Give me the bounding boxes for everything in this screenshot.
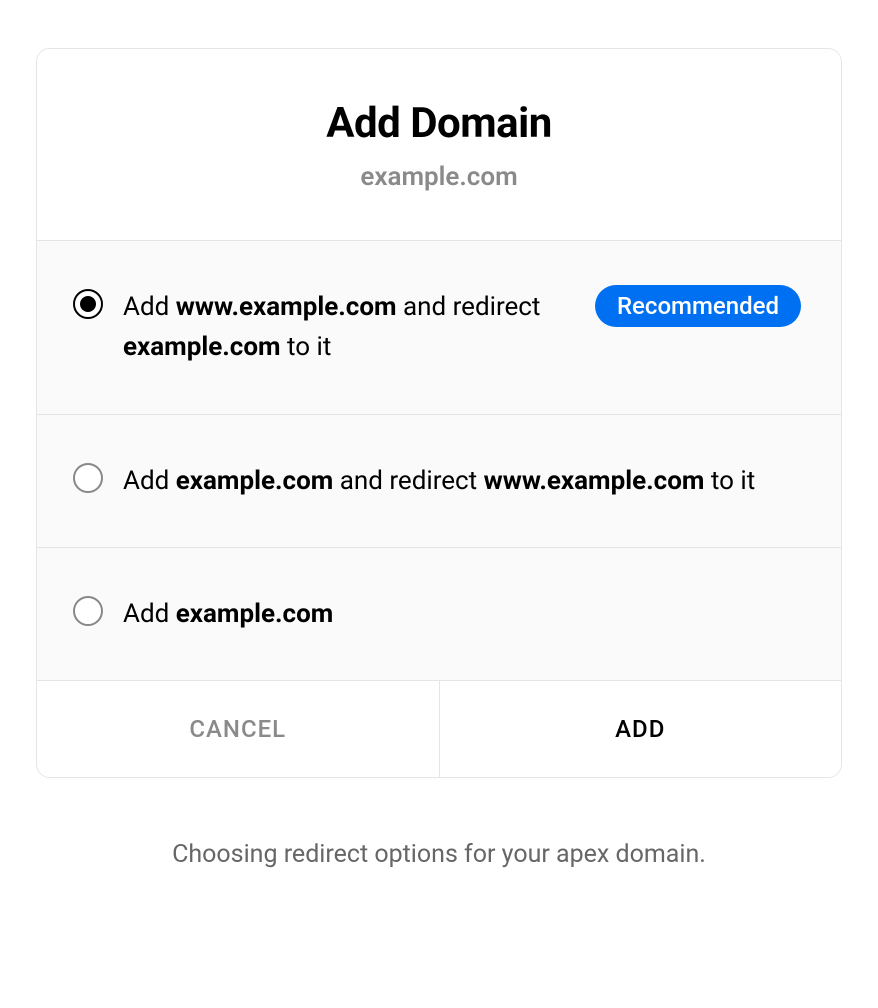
dialog-subtitle: example.com <box>77 162 801 192</box>
dialog-footer: CANCEL ADD <box>37 680 841 777</box>
option-body: Add www.example.com and redirect example… <box>123 287 801 368</box>
dialog-header: Add Domain example.com <box>37 49 841 240</box>
option-apex-redirect-www[interactable]: Add example.com and redirect www.example… <box>37 414 841 547</box>
option-body: Add example.com <box>123 594 801 634</box>
option-body: Add example.com and redirect www.example… <box>123 461 801 501</box>
radio-icon[interactable] <box>73 463 103 493</box>
dialog-title: Add Domain <box>77 99 801 148</box>
cancel-button[interactable]: CANCEL <box>37 681 440 777</box>
radio-icon[interactable] <box>73 289 103 319</box>
option-www-redirect-apex[interactable]: Add www.example.com and redirect example… <box>37 240 841 414</box>
option-label: Add example.com <box>123 594 333 634</box>
add-button[interactable]: ADD <box>440 681 842 777</box>
option-label: Add example.com and redirect www.example… <box>123 461 755 501</box>
recommended-badge: Recommended <box>595 285 801 327</box>
radio-icon[interactable] <box>73 596 103 626</box>
caption-text: Choosing redirect options for your apex … <box>36 840 842 869</box>
option-label: Add www.example.com and redirect example… <box>123 287 575 368</box>
option-apex-only[interactable]: Add example.com <box>37 547 841 680</box>
add-domain-dialog: Add Domain example.com Add www.example.c… <box>36 48 842 778</box>
